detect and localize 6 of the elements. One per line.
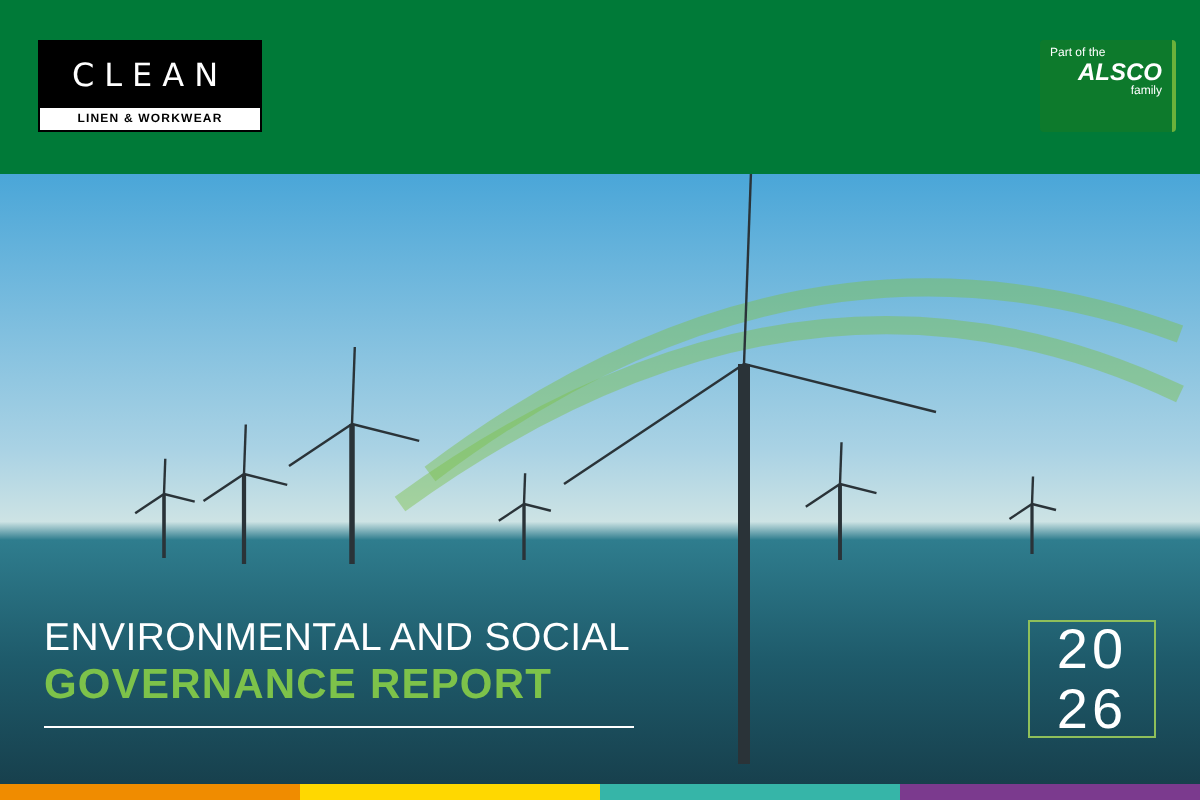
- year-digits: 26: [1056, 679, 1128, 738]
- report-subtitle: GOVERNANCE REPORT: [44, 662, 555, 710]
- report-title: ENVIRONMENTAL AND SOCIAL: [44, 613, 631, 662]
- badge-brand: ALSCO: [1075, 60, 1162, 86]
- year-digits: 20: [1056, 620, 1128, 679]
- logo-name: CLEAN: [69, 53, 231, 97]
